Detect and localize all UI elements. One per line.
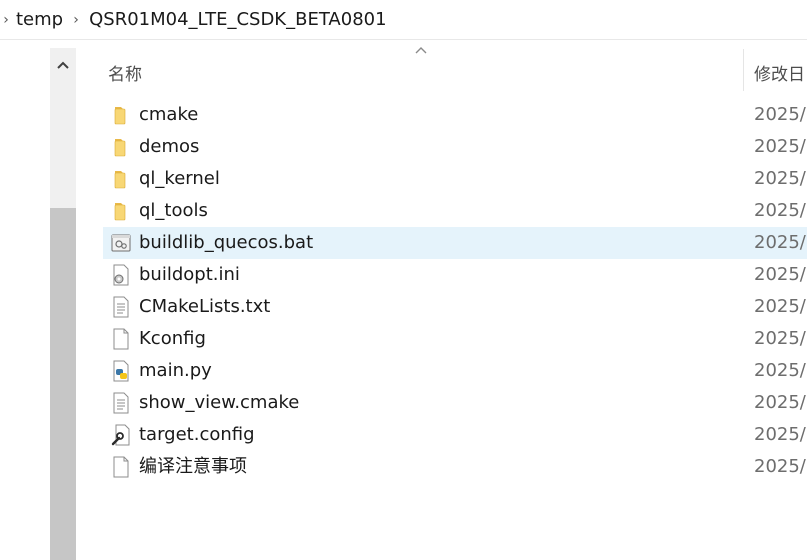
file-list: 名称 修改日 cmake 2025/ demos 2025/ ql_kernel 20… [76,41,807,560]
file-date-modified: 2025/ [754,296,806,317]
file-row[interactable]: ql_kernel 2025/ [103,163,807,195]
column-divider[interactable] [743,49,744,91]
breadcrumb-chevron-icon[interactable]: › [67,12,85,28]
text-file-icon [110,392,132,414]
file-date-modified: 2025/ [754,328,806,349]
scroll-up-button[interactable] [50,48,76,82]
chevron-up-icon [57,61,69,69]
navigation-pane [0,40,50,560]
file-row[interactable]: buildlib_quecos.bat 2025/ [103,227,807,259]
blank-file-icon [110,328,132,350]
file-row[interactable]: target.config 2025/ [103,419,807,451]
file-name: main.py [139,360,212,381]
folder-icon [110,104,132,126]
file-row[interactable]: ql_tools 2025/ [103,195,807,227]
file-name: ql_kernel [139,168,220,189]
file-name: buildlib_quecos.bat [139,232,314,253]
python-file-icon [110,360,132,382]
folder-icon [110,168,132,190]
navigation-scrollbar[interactable] [50,48,76,560]
file-name: Kconfig [139,328,206,349]
file-row[interactable]: buildopt.ini 2025/ [103,259,807,291]
file-row[interactable]: show_view.cmake 2025/ [103,387,807,419]
file-name: buildopt.ini [139,264,240,285]
file-name: target.config [139,424,255,445]
file-row[interactable]: Kconfig 2025/ [103,323,807,355]
batch-file-icon [110,232,132,254]
file-date-modified: 2025/ [754,168,806,189]
column-header: 名称 修改日 [76,41,807,103]
file-row[interactable]: CMakeLists.txt 2025/ [103,291,807,323]
file-date-modified: 2025/ [754,232,806,253]
file-name: demos [139,136,200,157]
column-header-name[interactable]: 名称 [108,60,142,85]
text-file-icon [110,296,132,318]
file-date-modified: 2025/ [754,136,806,157]
file-name: show_view.cmake [139,392,300,413]
file-name: ql_tools [139,200,208,221]
column-header-date-modified[interactable]: 修改日 [754,60,805,85]
file-name: CMakeLists.txt [139,296,271,317]
scrollbar-thumb[interactable] [50,208,76,560]
file-date-modified: 2025/ [754,456,806,477]
file-explorer-window: › temp › QSR01M04_LTE_CSDK_BETA0801 名称 修… [0,0,807,560]
breadcrumb-item-temp[interactable]: temp [12,9,67,30]
file-name: 编译注意事项 [139,456,247,477]
file-rows: cmake 2025/ demos 2025/ ql_kernel 2025/ ql_… [103,99,807,483]
folder-icon [110,136,132,158]
file-name: cmake [139,104,199,125]
file-date-modified: 2025/ [754,392,806,413]
file-date-modified: 2025/ [754,104,806,125]
config-file-icon [110,424,132,446]
config-settings-icon [110,264,132,286]
file-row[interactable]: main.py 2025/ [103,355,807,387]
breadcrumb-item-current-folder[interactable]: QSR01M04_LTE_CSDK_BETA0801 [85,9,390,30]
blank-file-icon [110,456,132,478]
breadcrumb-chevron-icon[interactable]: › [0,12,12,28]
sort-ascending-icon [415,47,427,54]
file-date-modified: 2025/ [754,200,806,221]
folder-icon [110,200,132,222]
file-date-modified: 2025/ [754,424,806,445]
breadcrumb: › temp › QSR01M04_LTE_CSDK_BETA0801 [0,0,807,40]
file-date-modified: 2025/ [754,264,806,285]
file-row[interactable]: demos 2025/ [103,131,807,163]
file-date-modified: 2025/ [754,360,806,381]
file-row[interactable]: 编译注意事项 2025/ [103,451,807,483]
file-row[interactable]: cmake 2025/ [103,99,807,131]
